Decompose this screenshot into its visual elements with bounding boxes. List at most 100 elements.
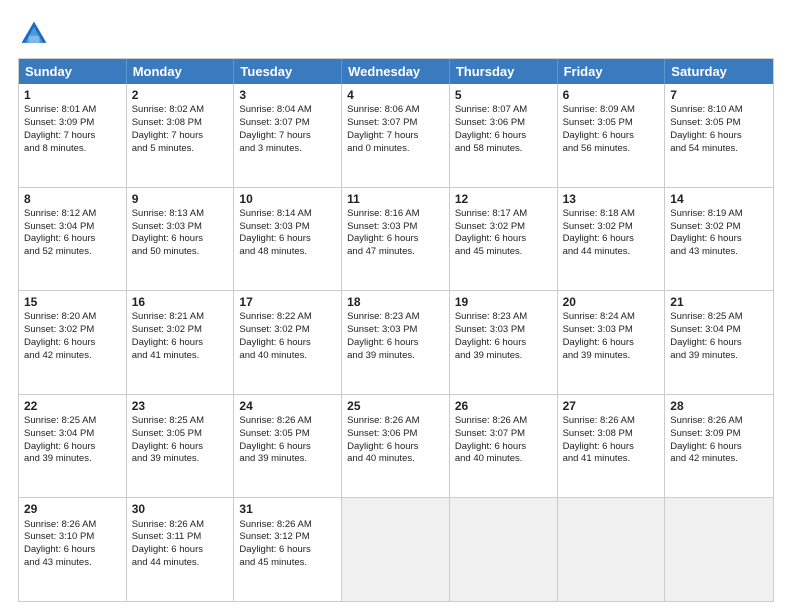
day-info-line: and 50 minutes. (132, 246, 229, 259)
day-cell-28: 28Sunrise: 8:26 AMSunset: 3:09 PMDayligh… (665, 395, 773, 498)
day-info-line: Daylight: 6 hours (239, 233, 336, 246)
day-cell-6: 6Sunrise: 8:09 AMSunset: 3:05 PMDaylight… (558, 84, 666, 187)
day-info-line: Daylight: 6 hours (239, 544, 336, 557)
day-info-line: Sunset: 3:03 PM (347, 324, 444, 337)
day-cell-3: 3Sunrise: 8:04 AMSunset: 3:07 PMDaylight… (234, 84, 342, 187)
day-cell-20: 20Sunrise: 8:24 AMSunset: 3:03 PMDayligh… (558, 291, 666, 394)
day-info-line: Daylight: 7 hours (347, 130, 444, 143)
day-info-line: Sunset: 3:07 PM (455, 428, 552, 441)
day-info-line: Sunrise: 8:02 AM (132, 104, 229, 117)
day-info-line: Sunset: 3:03 PM (239, 221, 336, 234)
day-info-line: and 5 minutes. (132, 143, 229, 156)
header-day-thursday: Thursday (450, 59, 558, 84)
day-info-line: Sunset: 3:05 PM (239, 428, 336, 441)
day-info-line: and 58 minutes. (455, 143, 552, 156)
day-info-line: Sunrise: 8:17 AM (455, 208, 552, 221)
day-info-line: and 56 minutes. (563, 143, 660, 156)
day-number: 21 (670, 294, 768, 310)
day-info-line: Daylight: 6 hours (239, 337, 336, 350)
day-info-line: Sunset: 3:04 PM (24, 428, 121, 441)
header-day-tuesday: Tuesday (234, 59, 342, 84)
day-info-line: Daylight: 6 hours (670, 337, 768, 350)
day-info-line: Sunrise: 8:26 AM (24, 519, 121, 532)
day-info-line: Sunrise: 8:13 AM (132, 208, 229, 221)
day-cell-13: 13Sunrise: 8:18 AMSunset: 3:02 PMDayligh… (558, 188, 666, 291)
day-info-line: and 42 minutes. (24, 350, 121, 363)
day-info-line: Daylight: 6 hours (563, 337, 660, 350)
day-info-line: Sunrise: 8:19 AM (670, 208, 768, 221)
day-info-line: Sunrise: 8:20 AM (24, 311, 121, 324)
day-info-line: Sunrise: 8:25 AM (24, 415, 121, 428)
day-cell-15: 15Sunrise: 8:20 AMSunset: 3:02 PMDayligh… (19, 291, 127, 394)
day-info-line: Daylight: 7 hours (24, 130, 121, 143)
day-info-line: Sunset: 3:06 PM (455, 117, 552, 130)
day-cell-29: 29Sunrise: 8:26 AMSunset: 3:10 PMDayligh… (19, 498, 127, 601)
day-info-line: Sunrise: 8:18 AM (563, 208, 660, 221)
day-info-line: Daylight: 6 hours (347, 441, 444, 454)
day-info-line: Daylight: 6 hours (347, 337, 444, 350)
day-info-line: Sunset: 3:07 PM (239, 117, 336, 130)
day-number: 18 (347, 294, 444, 310)
day-number: 14 (670, 191, 768, 207)
day-cell-5: 5Sunrise: 8:07 AMSunset: 3:06 PMDaylight… (450, 84, 558, 187)
calendar-row-2: 8Sunrise: 8:12 AMSunset: 3:04 PMDaylight… (19, 187, 773, 291)
day-number: 20 (563, 294, 660, 310)
day-number: 29 (24, 501, 121, 517)
header-day-sunday: Sunday (19, 59, 127, 84)
day-info-line: and 39 minutes. (670, 350, 768, 363)
day-info-line: and 39 minutes. (563, 350, 660, 363)
day-info-line: and 43 minutes. (670, 246, 768, 259)
day-info-line: and 47 minutes. (347, 246, 444, 259)
day-info-line: Sunrise: 8:16 AM (347, 208, 444, 221)
day-info-line: Sunrise: 8:22 AM (239, 311, 336, 324)
day-info-line: Sunset: 3:02 PM (132, 324, 229, 337)
day-info-line: Sunrise: 8:06 AM (347, 104, 444, 117)
day-cell-10: 10Sunrise: 8:14 AMSunset: 3:03 PMDayligh… (234, 188, 342, 291)
day-info-line: Sunset: 3:07 PM (347, 117, 444, 130)
day-info-line: Sunrise: 8:04 AM (239, 104, 336, 117)
day-info-line: Sunset: 3:04 PM (670, 324, 768, 337)
day-number: 1 (24, 87, 121, 103)
day-info-line: Daylight: 6 hours (24, 337, 121, 350)
day-info-line: and 3 minutes. (239, 143, 336, 156)
day-cell-7: 7Sunrise: 8:10 AMSunset: 3:05 PMDaylight… (665, 84, 773, 187)
day-info-line: and 43 minutes. (24, 557, 121, 570)
day-info-line: Sunset: 3:05 PM (670, 117, 768, 130)
day-info-line: Sunset: 3:08 PM (563, 428, 660, 441)
day-number: 16 (132, 294, 229, 310)
day-cell-12: 12Sunrise: 8:17 AMSunset: 3:02 PMDayligh… (450, 188, 558, 291)
day-info-line: and 44 minutes. (563, 246, 660, 259)
day-info-line: Sunset: 3:11 PM (132, 531, 229, 544)
day-cell-22: 22Sunrise: 8:25 AMSunset: 3:04 PMDayligh… (19, 395, 127, 498)
header-day-saturday: Saturday (665, 59, 773, 84)
day-info-line: and 45 minutes. (239, 557, 336, 570)
day-info-line: and 40 minutes. (239, 350, 336, 363)
day-info-line: Daylight: 6 hours (455, 441, 552, 454)
day-info-line: Sunset: 3:02 PM (239, 324, 336, 337)
day-info-line: Daylight: 6 hours (24, 544, 121, 557)
day-number: 6 (563, 87, 660, 103)
day-cell-31: 31Sunrise: 8:26 AMSunset: 3:12 PMDayligh… (234, 498, 342, 601)
header-day-monday: Monday (127, 59, 235, 84)
day-info-line: Sunset: 3:08 PM (132, 117, 229, 130)
calendar-header: SundayMondayTuesdayWednesdayThursdayFrid… (19, 59, 773, 84)
day-cell-19: 19Sunrise: 8:23 AMSunset: 3:03 PMDayligh… (450, 291, 558, 394)
day-info-line: Daylight: 6 hours (670, 233, 768, 246)
day-info-line: Sunset: 3:03 PM (563, 324, 660, 337)
day-info-line: Sunset: 3:05 PM (132, 428, 229, 441)
day-info-line: and 41 minutes. (132, 350, 229, 363)
day-info-line: Sunset: 3:09 PM (24, 117, 121, 130)
header-day-friday: Friday (558, 59, 666, 84)
logo-icon (18, 18, 50, 50)
day-info-line: and 48 minutes. (239, 246, 336, 259)
day-info-line: Daylight: 6 hours (670, 441, 768, 454)
day-cell-8: 8Sunrise: 8:12 AMSunset: 3:04 PMDaylight… (19, 188, 127, 291)
day-number: 3 (239, 87, 336, 103)
day-cell-11: 11Sunrise: 8:16 AMSunset: 3:03 PMDayligh… (342, 188, 450, 291)
calendar-row-5: 29Sunrise: 8:26 AMSunset: 3:10 PMDayligh… (19, 497, 773, 601)
day-number: 7 (670, 87, 768, 103)
day-cell-18: 18Sunrise: 8:23 AMSunset: 3:03 PMDayligh… (342, 291, 450, 394)
day-number: 2 (132, 87, 229, 103)
day-info-line: Daylight: 6 hours (132, 233, 229, 246)
day-info-line: Daylight: 6 hours (455, 337, 552, 350)
